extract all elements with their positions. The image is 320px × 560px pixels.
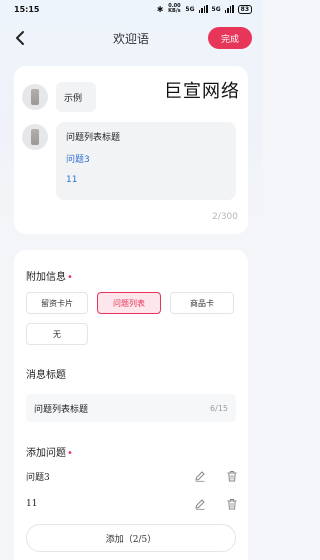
watermark-text: 巨宣网络 [164, 81, 240, 102]
add-questions-label: 添加问题• [26, 444, 73, 459]
message-char-counter: 2/300 [212, 212, 238, 222]
signal-2-icon [224, 5, 234, 13]
question-text: 问题3 [26, 472, 50, 483]
attach-option-none[interactable]: 无 [26, 323, 88, 345]
attach-option-lead-card[interactable]: 留资卡片 [26, 292, 88, 314]
question-link[interactable]: 问题3 [66, 152, 226, 172]
delete-icon[interactable] [226, 470, 238, 482]
attach-option-product-card[interactable]: 商品卡 [170, 292, 234, 314]
required-mark: • [67, 272, 73, 283]
question-link[interactable]: 11 [66, 172, 226, 192]
attach-option-question-list[interactable]: 问题列表 [97, 292, 161, 314]
edit-icon[interactable] [194, 498, 206, 510]
edit-icon[interactable] [194, 470, 206, 482]
status-icons: ✱ 0.00 KB/s 5G 5G 83 [157, 4, 252, 14]
page-title: 欢迎语 [112, 31, 149, 46]
greeting-bubble: 示例 [56, 82, 96, 112]
message-title-counter: 6/15 [210, 403, 228, 413]
done-button[interactable]: 完成 [208, 27, 252, 49]
attach-info-label: 附加信息• [26, 268, 73, 283]
add-questions-label-text: 添加问题 [26, 448, 66, 459]
question-text: 11 [26, 499, 38, 509]
message-title-value: 问题列表标题 [34, 404, 89, 415]
question-row: 问题3 [26, 466, 238, 486]
question-list-bubble: 问题列表标题 问题3 11 [56, 122, 236, 200]
status-bar: 15:15 ✱ 0.00 KB/s 5G 5G 83 [0, 0, 262, 18]
net-speed: 0.00 KB/s [168, 3, 181, 14]
back-arrow-icon[interactable] [12, 30, 28, 46]
preview-card: 示例 巨宣网络 问题列表标题 问题3 11 2/300 [14, 66, 248, 234]
network-2-label: 5G [211, 5, 221, 13]
delete-icon[interactable] [226, 498, 238, 510]
battery-icon: 83 [237, 4, 252, 14]
question-list-title: 问题列表标题 [66, 133, 121, 143]
required-mark: • [67, 448, 73, 459]
avatar [22, 84, 48, 110]
signal-1-icon [198, 5, 208, 13]
network-1-label: 5G [185, 5, 195, 13]
question-row: 11 [26, 494, 238, 514]
form-card: 附加信息• 留资卡片 问题列表 商品卡 无 消息标题 问题列表标题 6/15 添… [14, 250, 248, 560]
message-title-label: 消息标题 [26, 370, 66, 381]
bluetooth-icon: ✱ [156, 4, 164, 14]
add-question-button[interactable]: 添加（2/5） [26, 524, 236, 552]
status-time: 15:15 [14, 4, 40, 14]
nav-bar: 欢迎语 完成 [0, 24, 262, 52]
avatar [22, 124, 48, 150]
message-title-input[interactable]: 问题列表标题 6/15 [26, 394, 236, 422]
attach-info-label-text: 附加信息 [26, 272, 66, 283]
